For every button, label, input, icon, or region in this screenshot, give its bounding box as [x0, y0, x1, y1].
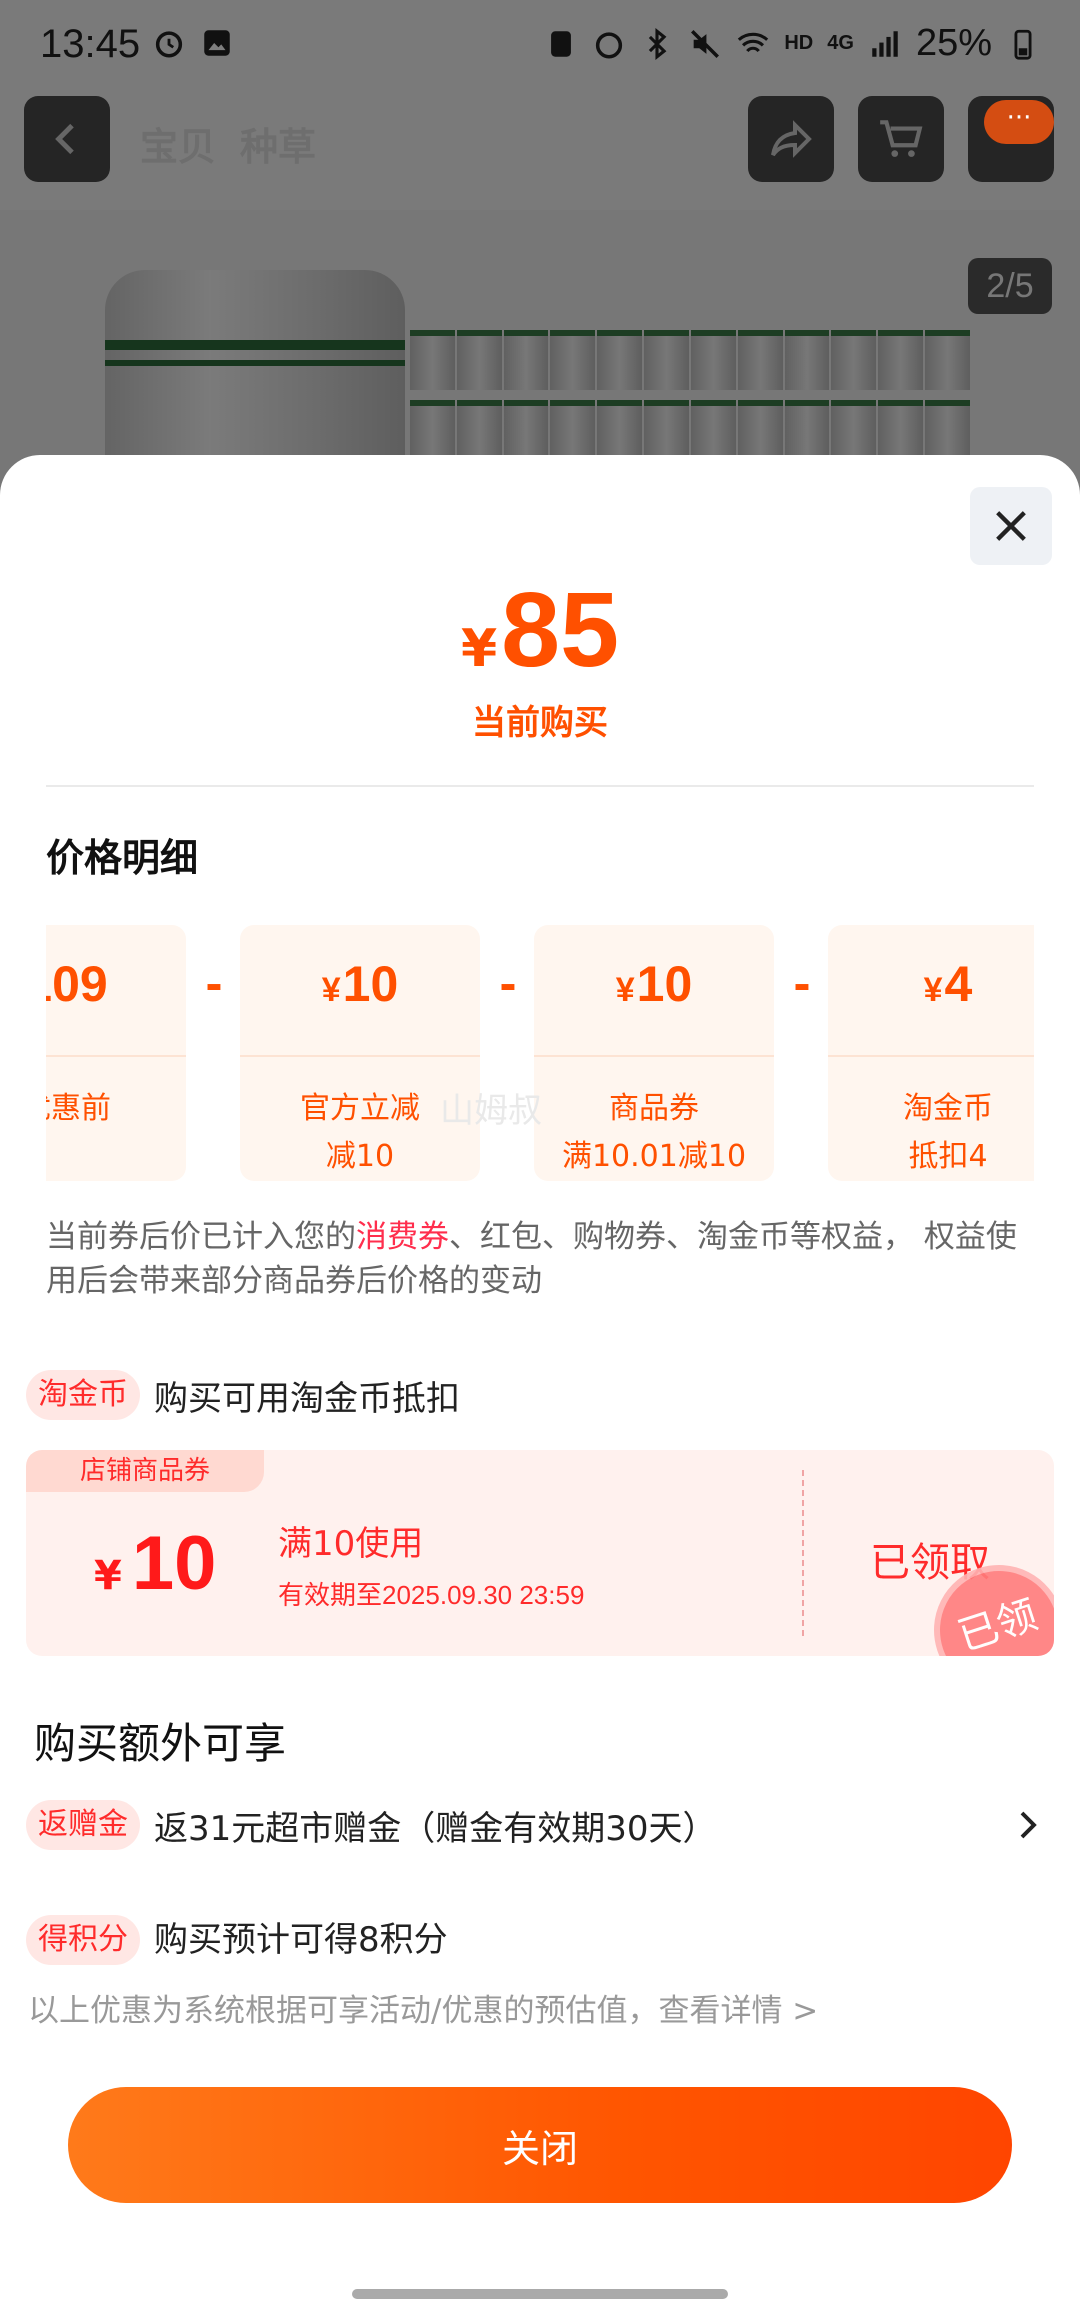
breakdown-label: 优惠前 [46, 1091, 111, 1126]
close-icon-button[interactable] [970, 487, 1052, 565]
breakdown-label-detail: 抵扣4 [908, 1139, 988, 1174]
breakdown-label-detail: 满10.01减10 [561, 1139, 747, 1174]
points-tag: 得积分 [26, 1915, 140, 1965]
breakdown-amount: 4 [944, 956, 973, 1012]
breakdown-card-original: 109 优惠前 [46, 925, 186, 1181]
bonus-text: 返31元超市赠金（赠金有效期30天） [154, 1808, 717, 1849]
breakdown-card-official: ¥10 官方立减 减10 [240, 925, 480, 1181]
bonus-row[interactable]: 返赠金 返31元超市赠金（赠金有效期30天） [26, 1800, 1046, 1850]
breakdown-amount: 10 [342, 956, 399, 1012]
extra-benefits-title: 购买额外可享 [34, 1719, 287, 1768]
breakdown-label: 商品券 [609, 1091, 699, 1126]
coupon-condition: 满10使用 [278, 1524, 424, 1564]
watermark: 山姆叔 [440, 1091, 542, 1131]
breakdown-label: 淘金币 [903, 1091, 993, 1126]
coin-tag: 淘金币 [26, 1370, 140, 1420]
store-coupon-card[interactable]: 店铺商品券 ¥10 满10使用 有效期至2025.09.30 23:59 已领取… [26, 1450, 1054, 1656]
close-button[interactable]: 关闭 [68, 2087, 1012, 2203]
more-menu-badge[interactable]: ··· [984, 100, 1054, 144]
minus-sign: - [793, 960, 811, 1009]
bonus-tag: 返赠金 [26, 1800, 140, 1850]
consumer-coupon-link[interactable]: 消费券 [356, 1219, 449, 1255]
price-currency: ¥ [460, 619, 498, 679]
breakdown-card-coupon: ¥10 商品券 满10.01减10 [534, 925, 774, 1181]
disclaimer-link[interactable]: 以上优惠为系统根据可享活动/优惠的预估值，查看详情 > [28, 1985, 818, 2030]
coupon-amount: ¥10 [94, 1521, 217, 1606]
points-text: 购买预计可得8积分 [154, 1920, 448, 1960]
price-value: 85 [501, 571, 620, 689]
section-title-price-detail: 价格明细 [46, 836, 199, 880]
minus-sign: - [205, 960, 223, 1009]
coupon-validity: 有效期至2025.09.30 23:59 [278, 1580, 585, 1610]
coupon-divider [802, 1470, 804, 1636]
minus-sign: - [499, 960, 517, 1009]
breakdown-card-coins: ¥4 淘金币 抵扣4 [828, 925, 1034, 1181]
coin-text: 购买可用淘金币抵扣 [154, 1378, 460, 1419]
coupon-type-tag: 店铺商品券 [26, 1450, 264, 1492]
coin-row: 淘金币 购买可用淘金币抵扣 [26, 1370, 460, 1420]
points-row: 得积分 购买预计可得8积分 [26, 1915, 1046, 1970]
close-icon [996, 511, 1026, 541]
home-indicator[interactable] [352, 2289, 728, 2299]
price-detail-sheet: ¥85 当前购买 价格明细 109 优惠前 - ¥10 官方立减减10 - ¥1… [0, 455, 1080, 2316]
breakdown-amount: 109 [46, 956, 108, 1012]
price-breakdown[interactable]: 109 优惠前 - ¥10 官方立减减10 - ¥10 商品券满10.01减10… [46, 925, 1034, 1185]
current-price: ¥85 [0, 570, 1080, 691]
divider [46, 785, 1034, 787]
breakdown-amount: 10 [636, 956, 693, 1012]
breakdown-label-detail: 减10 [325, 1139, 395, 1174]
price-note: 当前券后价已计入您的消费券、红包、购物券、淘金币等权益， 权益使用后会带来部分商… [46, 1219, 1017, 1299]
dim-overlay[interactable] [0, 0, 1080, 520]
price-subtitle: 当前购买 [472, 703, 608, 743]
chevron-right-icon [1020, 1811, 1037, 1839]
